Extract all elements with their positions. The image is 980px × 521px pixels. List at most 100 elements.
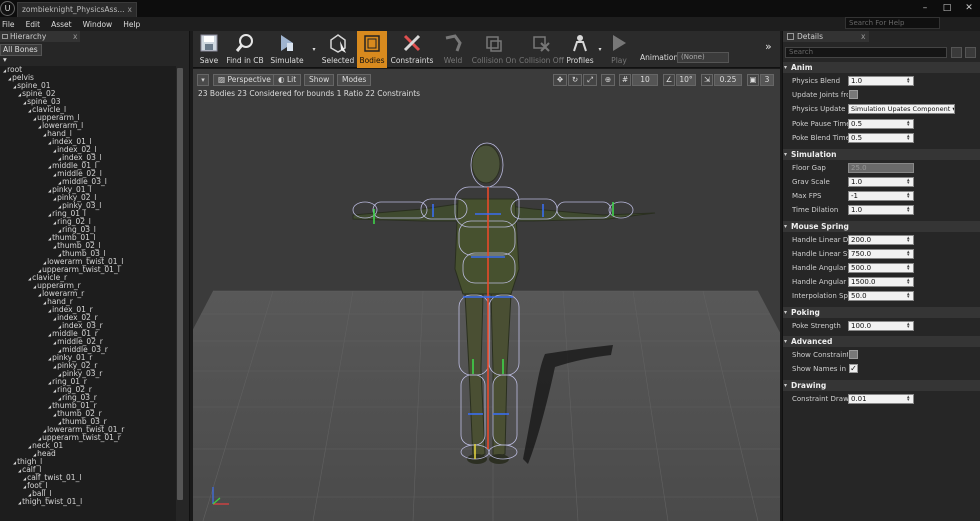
- expand-arrow-icon[interactable]: ◢: [53, 220, 56, 225]
- expand-arrow-icon[interactable]: ◢: [28, 108, 31, 113]
- menu-file[interactable]: File: [2, 20, 15, 29]
- hierarchy-scrollbar[interactable]: [177, 68, 183, 500]
- max-fps-field[interactable]: -1 ▴ ▾: [848, 191, 914, 201]
- viewport-options-menu[interactable]: ▾: [197, 74, 209, 86]
- scale-tool-icon[interactable]: ⤢: [583, 74, 597, 86]
- expand-arrow-icon[interactable]: ◢: [23, 484, 26, 489]
- animation-dropdown[interactable]: (None): [677, 52, 729, 63]
- expand-arrow-icon[interactable]: ◢: [38, 124, 41, 129]
- spinner-icon[interactable]: ▴ ▾: [907, 192, 912, 200]
- show-names-checkbox[interactable]: ✓: [849, 364, 858, 373]
- expand-arrow-icon[interactable]: ◢: [48, 212, 51, 217]
- spinner-icon[interactable]: ▴ ▾: [907, 278, 912, 286]
- scene-canvas[interactable]: [193, 69, 780, 521]
- expand-arrow-icon[interactable]: ◢: [33, 284, 36, 289]
- spinner-icon[interactable]: ▴ ▾: [907, 206, 912, 214]
- constraints-button[interactable]: Constraints: [390, 31, 434, 68]
- expand-arrow-icon[interactable]: ◢: [53, 340, 56, 345]
- scale-snap-value[interactable]: 0.25: [714, 74, 742, 86]
- poke-pause-time-field[interactable]: 0.5 ▴ ▾: [848, 119, 914, 129]
- category-advanced[interactable]: ▾ Advanced: [783, 336, 980, 347]
- expand-arrow-icon[interactable]: ◢: [53, 148, 56, 153]
- spinner-icon[interactable]: ▴ ▾: [907, 120, 912, 128]
- menu-help[interactable]: Help: [123, 20, 140, 29]
- bone-tree-item[interactable]: ◢thigh_twist_01_l: [18, 498, 82, 506]
- expand-arrow-icon[interactable]: ◢: [53, 196, 56, 201]
- expand-arrow-icon[interactable]: ◢: [13, 460, 16, 465]
- hierarchy-tab[interactable]: Hierarchy: [0, 31, 80, 42]
- spinner-icon[interactable]: ▴ ▾: [907, 395, 912, 403]
- expand-arrow-icon[interactable]: ◢: [28, 276, 31, 281]
- expand-arrow-icon[interactable]: ◢: [23, 100, 26, 105]
- expand-arrow-icon[interactable]: ◢: [48, 188, 51, 193]
- expand-arrow-icon[interactable]: ◢: [48, 140, 51, 145]
- camera-speed-icon[interactable]: ▣: [747, 74, 759, 86]
- save-button[interactable]: Save: [195, 31, 223, 68]
- menu-window[interactable]: Window: [83, 20, 113, 29]
- spinner-icon[interactable]: ▴ ▾: [907, 264, 912, 272]
- poke-strength-field[interactable]: 100.0 ▴ ▾: [848, 321, 914, 331]
- profiles-options-dropdown[interactable]: ▾: [596, 31, 604, 68]
- expand-arrow-icon[interactable]: ◢: [53, 316, 56, 321]
- close-window-button[interactable]: ✕: [958, 0, 980, 17]
- category-anim[interactable]: ▾ Anim: [783, 62, 980, 73]
- handle-linear-damping-field[interactable]: 200.0 ▴ ▾: [848, 235, 914, 245]
- expand-arrow-icon[interactable]: ◢: [28, 444, 31, 449]
- expand-arrow-icon[interactable]: ◢: [3, 68, 6, 73]
- expand-arrow-icon[interactable]: ◢: [48, 308, 51, 313]
- expand-arrow-icon[interactable]: ◢: [48, 332, 51, 337]
- rotation-snap-icon[interactable]: ∠: [663, 74, 675, 86]
- selected-button[interactable]: Selected: [321, 31, 355, 68]
- toolbar-overflow-button[interactable]: »: [765, 40, 772, 53]
- simulate-button[interactable]: Simulate: [267, 31, 307, 68]
- category-mouse-spring[interactable]: ▾ Mouse Spring: [783, 221, 980, 232]
- expand-arrow-icon[interactable]: ◢: [38, 292, 41, 297]
- grid-snap-value[interactable]: 10: [632, 74, 658, 86]
- expand-arrow-icon[interactable]: ◢: [53, 172, 56, 177]
- profiles-button[interactable]: Profiles: [565, 31, 595, 68]
- bodies-button[interactable]: Bodies: [357, 31, 387, 68]
- rotate-tool-icon[interactable]: ↻: [568, 74, 582, 86]
- world-space-icon[interactable]: ⊕: [601, 74, 615, 86]
- spinner-icon[interactable]: ▴ ▾: [907, 236, 912, 244]
- poke-blend-time-field[interactable]: 0.5 ▴ ▾: [848, 133, 914, 143]
- bone-filter-dropdown[interactable]: All Bones ▾: [0, 44, 42, 64]
- help-search-input[interactable]: Search For Help: [845, 17, 940, 29]
- lit-button[interactable]: ◐ Lit: [273, 74, 302, 86]
- camera-speed-value[interactable]: 3: [760, 74, 774, 86]
- close-details-icon[interactable]: x: [861, 31, 865, 42]
- expand-arrow-icon[interactable]: ◢: [48, 404, 51, 409]
- eye-icon[interactable]: [965, 47, 976, 58]
- property-matrix-icon[interactable]: [951, 47, 962, 58]
- spinner-icon[interactable]: ▴ ▾: [907, 292, 912, 300]
- spinner-icon[interactable]: ▴ ▾: [907, 77, 912, 85]
- handle-linear-stiffness-field[interactable]: 750.0 ▴ ▾: [848, 249, 914, 259]
- details-tab[interactable]: Details: [783, 31, 869, 42]
- category-drawing[interactable]: ▾ Drawing: [783, 380, 980, 391]
- interpolation-speed-field[interactable]: 50.0 ▴ ▾: [848, 291, 914, 301]
- constraint-draw-size-field[interactable]: 0.01 ▴ ▾: [848, 394, 914, 404]
- expand-arrow-icon[interactable]: ◢: [33, 116, 36, 121]
- close-tab-icon[interactable]: x: [128, 5, 132, 14]
- expand-arrow-icon[interactable]: ◢: [23, 476, 26, 481]
- menu-asset[interactable]: Asset: [51, 20, 72, 29]
- expand-arrow-icon[interactable]: ◢: [18, 500, 21, 505]
- expand-arrow-icon[interactable]: ◢: [48, 164, 51, 169]
- physics-update-mode-select[interactable]: Simulation Upates Component ▾: [848, 104, 955, 114]
- handle-angular-stiffness-field[interactable]: 1500.0 ▴ ▾: [848, 277, 914, 287]
- category-simulation[interactable]: ▾ Simulation: [783, 149, 980, 160]
- document-tab[interactable]: zombieknight_PhysicsAss... x: [17, 2, 137, 17]
- spinner-icon[interactable]: ▴ ▾: [907, 178, 912, 186]
- simulate-options-dropdown[interactable]: ▾: [309, 31, 319, 68]
- expand-arrow-icon[interactable]: ◢: [53, 364, 56, 369]
- collision-off-button[interactable]: Collision Off: [519, 31, 564, 68]
- rotation-snap-value[interactable]: 10°: [676, 74, 696, 86]
- menu-edit[interactable]: Edit: [26, 20, 41, 29]
- expand-arrow-icon[interactable]: ◢: [43, 132, 46, 137]
- expand-arrow-icon[interactable]: ◢: [13, 84, 16, 89]
- expand-arrow-icon[interactable]: ◢: [48, 356, 51, 361]
- collision-on-button[interactable]: Collision On: [471, 31, 517, 68]
- find-in-cb-button[interactable]: Find in CB: [225, 31, 265, 68]
- play-button[interactable]: Play: [606, 31, 632, 68]
- expand-arrow-icon[interactable]: ◢: [48, 380, 51, 385]
